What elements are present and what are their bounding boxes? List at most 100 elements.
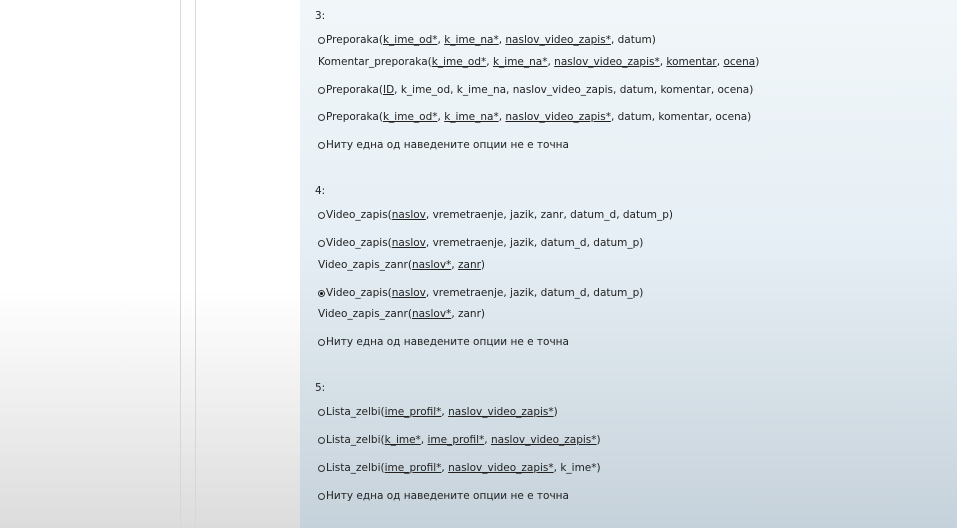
- key-attribute: ime_profil*: [384, 406, 442, 418]
- option-label: Lista_zelbi(k_ime*, ime_profil*, naslov_…: [326, 434, 601, 446]
- answer-option[interactable]: Video_zapis(naslov, vremetraenje, jazik,…: [318, 287, 643, 299]
- radio-icon[interactable]: [318, 437, 325, 444]
- option-text: Lista_zelbi(: [326, 406, 385, 418]
- option-text: Preporaka(: [326, 111, 383, 123]
- key-attribute: naslov*: [411, 259, 452, 271]
- option-text: ,: [451, 259, 458, 271]
- option-text: , k_ime_od, k_ime_na, naslov_video_zapis…: [394, 84, 754, 96]
- option-label: Ниту една од наведените опции не е точна: [326, 490, 569, 502]
- option-text: Lista_zelbi(: [326, 434, 385, 446]
- answer-option[interactable]: Video_zapis(naslov, vremetraenje, jazik,…: [318, 209, 673, 221]
- left-margin: [0, 0, 300, 528]
- key-attribute: k_ime_na*: [444, 34, 499, 46]
- option-text: , vremetraenje, jazik, datum_d, datum_p): [425, 287, 644, 299]
- column-divider: [180, 0, 181, 528]
- radio-icon[interactable]: [318, 212, 325, 219]
- option-text: Ниту една од наведените опции не е точна: [326, 139, 569, 151]
- answer-option[interactable]: Lista_zelbi(ime_profil*, naslov_video_za…: [318, 406, 558, 418]
- option-text: Ниту една од наведените опции не е точна: [326, 490, 569, 502]
- option-label: Ниту една од наведените опции не е точна: [326, 139, 569, 151]
- option-text: , datum): [610, 34, 656, 46]
- option-text: ): [480, 259, 486, 271]
- question-number: 4:: [315, 185, 326, 197]
- radio-icon[interactable]: [318, 465, 325, 472]
- column-divider: [195, 0, 196, 528]
- option-text: , vremetraenje, jazik, datum_d, datum_p): [425, 237, 644, 249]
- option-text: Ниту една од наведените опции не е точна: [326, 336, 569, 348]
- option-label: Lista_zelbi(ime_profil*, naslov_video_za…: [326, 462, 601, 474]
- option-label: Preporaka(k_ime_od*, k_ime_na*, naslov_v…: [326, 111, 751, 123]
- question-number: 3:: [315, 10, 326, 22]
- key-attribute: naslov_video_zapis*: [448, 462, 554, 474]
- radio-icon[interactable]: [318, 493, 325, 500]
- question-number: 5:: [315, 382, 326, 394]
- option-text: ): [553, 406, 558, 418]
- radio-icon[interactable]: [318, 240, 325, 247]
- answer-option[interactable]: Ниту една од наведените опции не е точна: [318, 139, 569, 151]
- answer-option[interactable]: Ниту една од наведените опции не е точна: [318, 490, 569, 502]
- answer-option[interactable]: Ниту една од наведените опции не е точна: [318, 336, 569, 348]
- key-attribute: k_ime_od*: [382, 111, 438, 123]
- option-text: Preporaka(: [326, 34, 383, 46]
- key-attribute: naslov_video_zapis*: [448, 406, 554, 418]
- option-text: Komentar_preporaka(: [318, 56, 432, 68]
- key-attribute: naslov_video_zapis*: [505, 34, 611, 46]
- answer-option-continuation: Video_zapis_zanr(naslov*, zanr): [318, 259, 485, 271]
- radio-selected-icon[interactable]: [318, 290, 325, 297]
- option-text: ): [755, 56, 760, 68]
- option-label: Lista_zelbi(ime_profil*, naslov_video_za…: [326, 406, 558, 418]
- key-attribute: naslov: [391, 287, 426, 299]
- key-attribute: ID: [382, 84, 395, 96]
- answer-option[interactable]: Lista_zelbi(ime_profil*, naslov_video_za…: [318, 462, 601, 474]
- option-text: ,: [484, 434, 491, 446]
- option-text: , datum, komentar, ocena): [610, 111, 752, 123]
- key-attribute: ime_profil*: [384, 462, 442, 474]
- radio-icon[interactable]: [318, 87, 325, 94]
- key-attribute: naslov_video_zapis*: [554, 56, 660, 68]
- option-label: Video_zapis(naslov, vremetraenje, jazik,…: [326, 237, 643, 249]
- radio-icon[interactable]: [318, 339, 325, 346]
- option-text: Video_zapis_zanr(: [318, 259, 412, 271]
- answer-option[interactable]: Lista_zelbi(k_ime*, ime_profil*, naslov_…: [318, 434, 601, 446]
- option-text: Video_zapis(: [326, 287, 392, 299]
- option-text: Video_zapis(: [326, 237, 392, 249]
- option-text: Video_zapis(: [326, 209, 392, 221]
- answer-option[interactable]: Preporaka(k_ime_od*, k_ime_na*, naslov_v…: [318, 111, 751, 123]
- option-label: Ниту една од наведените опции не е точна: [326, 336, 569, 348]
- key-attribute: naslov_video_zapis*: [505, 111, 611, 123]
- key-attribute: naslov*: [411, 308, 452, 320]
- option-text: ): [596, 434, 601, 446]
- radio-icon[interactable]: [318, 142, 325, 149]
- option-text: Video_zapis_zanr(: [318, 308, 412, 320]
- answer-option-continuation: Komentar_preporaka(k_ime_od*, k_ime_na*,…: [318, 56, 759, 68]
- radio-icon[interactable]: [318, 409, 325, 416]
- answer-option[interactable]: Preporaka(k_ime_od*, k_ime_na*, naslov_v…: [318, 34, 656, 46]
- radio-icon[interactable]: [318, 114, 325, 121]
- answer-option[interactable]: Preporaka(ID, k_ime_od, k_ime_na, naslov…: [318, 84, 753, 96]
- radio-icon[interactable]: [318, 37, 325, 44]
- option-label: Preporaka(k_ime_od*, k_ime_na*, naslov_v…: [326, 34, 656, 46]
- option-label: Video_zapis_zanr(naslov*, zanr): [318, 259, 485, 271]
- option-text: Preporaka(: [326, 84, 383, 96]
- key-attribute: naslov: [391, 237, 426, 249]
- key-attribute: k_ime_od*: [382, 34, 438, 46]
- option-label: Video_zapis_zanr(naslov*, zanr): [318, 308, 485, 320]
- option-text: , k_ime*): [553, 462, 601, 474]
- key-attribute: ime_profil*: [427, 434, 485, 446]
- key-attribute: ocena: [723, 56, 756, 68]
- key-attribute: k_ime*: [384, 434, 421, 446]
- key-attribute: zanr: [458, 259, 481, 271]
- option-text: , zanr): [451, 308, 486, 320]
- option-label: Video_zapis(naslov, vremetraenje, jazik,…: [326, 287, 643, 299]
- answer-option-continuation: Video_zapis_zanr(naslov*, zanr): [318, 308, 485, 320]
- key-attribute: komentar: [666, 56, 717, 68]
- option-label: Video_zapis(naslov, vremetraenje, jazik,…: [326, 209, 673, 221]
- key-attribute: k_ime_na*: [492, 56, 548, 68]
- key-attribute: naslov_video_zapis*: [490, 434, 597, 446]
- option-text: , vremetraenje, jazik, zanr, datum_d, da…: [425, 209, 673, 221]
- key-attribute: k_ime_od*: [431, 56, 487, 68]
- option-label: Preporaka(ID, k_ime_od, k_ime_na, naslov…: [326, 84, 753, 96]
- key-attribute: naslov: [391, 209, 426, 221]
- answer-option[interactable]: Video_zapis(naslov, vremetraenje, jazik,…: [318, 237, 643, 249]
- option-label: Komentar_preporaka(k_ime_od*, k_ime_na*,…: [318, 56, 759, 68]
